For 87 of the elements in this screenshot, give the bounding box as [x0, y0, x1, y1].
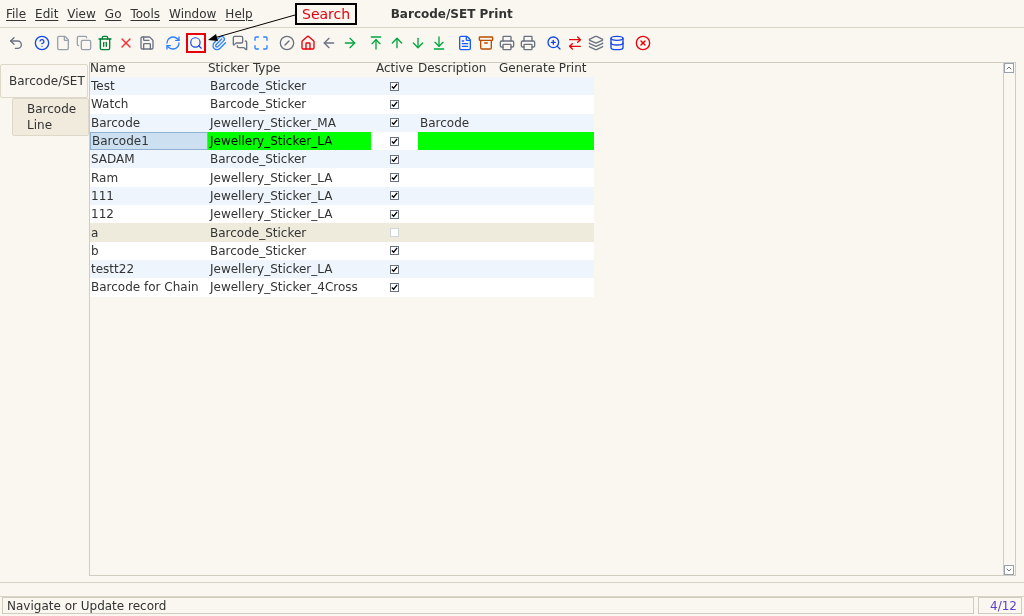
checkbox[interactable]	[390, 246, 399, 256]
checkbox[interactable]	[390, 99, 399, 109]
menu-item[interactable]: Help	[225, 4, 253, 23]
refresh-icon[interactable]	[165, 35, 181, 51]
new-document-icon[interactable]	[55, 35, 71, 51]
status-message: Navigate or Update record	[2, 597, 974, 614]
table-cell-text: Barcode_Sticker	[209, 242, 308, 260]
checkbox[interactable]	[390, 282, 399, 292]
tab[interactable]: Barcode Line	[12, 98, 89, 136]
table-row[interactable]: Barcode for Chain Jewellery_Sticker_4Cross	[90, 278, 594, 297]
table-row[interactable]: Watch Barcode_Sticker	[90, 95, 594, 114]
trash-icon[interactable]	[97, 35, 113, 51]
table-cell-text: SADAM	[90, 151, 136, 169]
checkbox[interactable]	[390, 136, 399, 146]
table-cell-text: Jewellery_Sticker_LA	[208, 261, 334, 279]
table-cell-text: Ram	[90, 169, 120, 187]
table-cell-text: Test	[90, 78, 116, 96]
window-title: Barcode/SET Print	[390, 5, 513, 23]
table-cell-text: Barcode	[419, 114, 471, 132]
checkbox[interactable]	[390, 173, 399, 183]
checkbox[interactable]	[390, 191, 399, 201]
copy-icon[interactable]	[76, 35, 92, 51]
scrollbar[interactable]	[1003, 63, 1015, 575]
printer-icon[interactable]	[520, 35, 536, 51]
last-record-icon[interactable]	[431, 35, 447, 51]
database-icon[interactable]	[609, 35, 625, 51]
checkbox[interactable]	[390, 264, 399, 274]
scroll-up-icon[interactable]	[1004, 63, 1014, 73]
table-cell-text: Jewellery_Sticker_MA	[208, 114, 337, 132]
first-record-icon[interactable]	[368, 35, 384, 51]
checkbox[interactable]	[390, 209, 399, 219]
table-row[interactable]: Test Barcode_Sticker	[90, 77, 594, 96]
report-icon[interactable]	[457, 35, 473, 51]
table-cell-text: Jewellery_Sticker_LA	[208, 187, 334, 205]
table-cell-text: Barcode_Sticker	[209, 151, 308, 169]
tab[interactable]: Barcode/SET	[0, 64, 88, 98]
home-icon[interactable]	[300, 35, 316, 51]
scroll-down-icon[interactable]	[1004, 565, 1014, 575]
printer-icon[interactable]	[499, 35, 515, 51]
paperclip-icon[interactable]	[211, 35, 227, 51]
column-header[interactable]: Name	[90, 59, 208, 77]
checkbox[interactable]	[390, 154, 399, 164]
table-row[interactable]: SADAM Barcode_Sticker	[90, 150, 594, 169]
checkbox[interactable]	[390, 81, 399, 91]
search-callout: Search	[295, 3, 358, 25]
layers-icon[interactable]	[588, 35, 604, 51]
chat-icon[interactable]	[232, 35, 248, 51]
table-cell-text: Jewellery_Sticker_LA	[208, 206, 334, 224]
table-row[interactable]: a Barcode_Sticker	[90, 223, 594, 242]
checkbox[interactable]	[390, 118, 399, 128]
column-header[interactable]: Description	[418, 59, 499, 77]
table-cell-text: a	[90, 224, 100, 242]
search-button[interactable]	[186, 33, 206, 53]
transfer-icon[interactable]	[567, 35, 583, 51]
expand-icon[interactable]	[253, 35, 269, 51]
table-cell-text: Watch	[90, 96, 130, 114]
menu-item[interactable]: Tools	[130, 4, 161, 23]
zoom-icon[interactable]	[546, 35, 562, 51]
table-cell-text: Barcode_Sticker	[209, 96, 308, 114]
arrow-right-icon[interactable]	[342, 35, 358, 51]
record-counter: 4/12	[978, 597, 1022, 614]
table-cell-text: 112	[90, 206, 115, 224]
table-cell-text: 111	[90, 187, 115, 205]
table-row[interactable]: 112 Jewellery_Sticker_LA	[90, 205, 594, 224]
menu-item[interactable]: File	[6, 4, 27, 23]
undo-icon[interactable]	[8, 35, 24, 51]
help-icon[interactable]	[34, 35, 50, 51]
close-icon[interactable]	[635, 35, 651, 51]
arrow-left-icon[interactable]	[321, 35, 337, 51]
table-cell-text: Barcode_Sticker	[209, 78, 308, 96]
menu-item[interactable]: Go	[104, 4, 122, 23]
table-cell-text: Barcode	[90, 114, 142, 132]
table-cell-text: Jewellery_Sticker_LA	[208, 169, 334, 187]
table-cell-text: Barcode_Sticker	[209, 224, 308, 242]
menu-item[interactable]: Edit	[35, 4, 59, 23]
table-cell-text: b	[90, 242, 100, 260]
menu-item[interactable]: Window	[169, 4, 217, 23]
table-cell-text: Barcode for Chain	[90, 279, 200, 297]
table-cell-text: testt22	[90, 261, 136, 279]
menu-item[interactable]: View	[67, 4, 96, 23]
table-row[interactable]: Ram Jewellery_Sticker_LA	[90, 168, 594, 187]
archive-icon[interactable]	[478, 35, 494, 51]
save-icon[interactable]	[139, 35, 155, 51]
table-cell-text: Jewellery_Sticker_4Cross	[208, 279, 359, 297]
column-header[interactable]: Generate Print	[499, 59, 594, 77]
column-header[interactable]: Active	[371, 59, 418, 77]
column-header[interactable]: Sticker Type	[208, 59, 371, 77]
